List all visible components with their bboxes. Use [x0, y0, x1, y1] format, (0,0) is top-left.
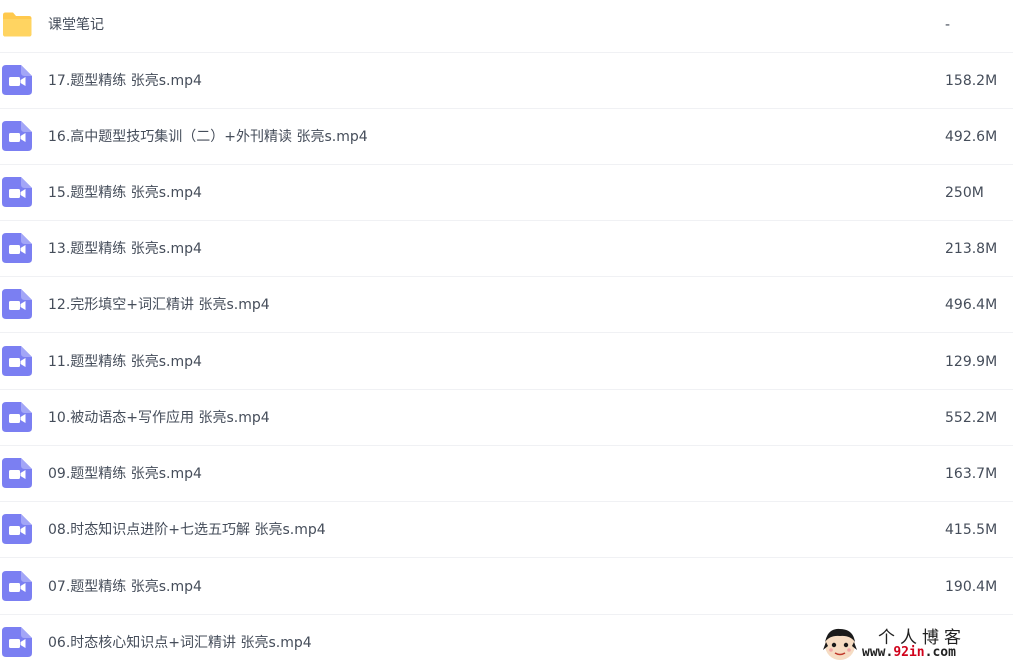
- cartoon-avatar-icon: [823, 628, 857, 660]
- file-name: 11.题型精练 张亮s.mp4: [48, 354, 202, 370]
- video-file-icon: [2, 571, 32, 601]
- file-name: 16.高中题型技巧集训（二）+外刊精读 张亮s.mp4: [48, 129, 368, 145]
- file-name: 08.时态知识点进阶+七选五巧解 张亮s.mp4: [48, 522, 326, 538]
- watermark-url: www.92in.com: [862, 645, 956, 660]
- file-size: -: [945, 17, 951, 33]
- file-size: 415.5M: [945, 522, 998, 538]
- video-file-icon: [2, 627, 32, 657]
- file-row[interactable]: 08.时态知识点进阶+七选五巧解 张亮s.mp4 415.5M: [0, 502, 1013, 558]
- file-name: 17.题型精练 张亮s.mp4: [48, 73, 202, 89]
- video-file-icon: [2, 121, 32, 151]
- file-size: 552.2M: [945, 410, 998, 426]
- blog-watermark: 个人博客 www.92in.com: [816, 622, 1013, 665]
- video-file-icon: [2, 233, 32, 263]
- file-row[interactable]: 16.高中题型技巧集训（二）+外刊精读 张亮s.mp4 492.6M: [0, 109, 1013, 165]
- file-name: 07.题型精练 张亮s.mp4: [48, 579, 202, 595]
- video-file-icon: [2, 177, 32, 207]
- video-file-icon: [2, 289, 32, 319]
- video-file-icon: [2, 65, 32, 95]
- video-file-icon: [2, 514, 32, 544]
- file-name: 10.被动语态+写作应用 张亮s.mp4: [48, 410, 270, 426]
- file-size: 492.6M: [945, 129, 998, 145]
- file-size: 250M: [945, 185, 984, 201]
- folder-icon: [3, 12, 32, 37]
- video-file-icon: [2, 402, 32, 432]
- file-size: 213.8M: [945, 241, 998, 257]
- file-name: 12.完形填空+词汇精讲 张亮s.mp4: [48, 297, 270, 313]
- folder-row-notes[interactable]: 课堂笔记 -: [0, 0, 1013, 53]
- file-size: 158.2M: [945, 73, 998, 89]
- watermark-url-prefix: www.: [862, 645, 894, 660]
- file-name: 15.题型精练 张亮s.mp4: [48, 185, 202, 201]
- file-row[interactable]: 15.题型精练 张亮s.mp4 250M: [0, 165, 1013, 221]
- file-row[interactable]: 11.题型精练 张亮s.mp4 129.9M: [0, 334, 1013, 390]
- file-row[interactable]: 10.被动语态+写作应用 张亮s.mp4 552.2M: [0, 390, 1013, 446]
- file-row[interactable]: 17.题型精练 张亮s.mp4 158.2M: [0, 53, 1013, 109]
- file-name: 13.题型精练 张亮s.mp4: [48, 241, 202, 257]
- file-name: 课堂笔记: [48, 17, 104, 33]
- file-size: 496.4M: [945, 297, 998, 313]
- video-file-icon: [2, 458, 32, 488]
- file-name: 09.题型精练 张亮s.mp4: [48, 466, 202, 482]
- file-size: 163.7M: [945, 466, 998, 482]
- video-file-icon: [2, 346, 32, 376]
- watermark-url-suffix: .com: [924, 645, 956, 660]
- file-size: 129.9M: [945, 354, 998, 370]
- file-name: 06.时态核心知识点+词汇精讲 张亮s.mp4: [48, 635, 312, 651]
- watermark-url-accent: 92in: [893, 645, 925, 660]
- file-row[interactable]: 12.完形填空+词汇精讲 张亮s.mp4 496.4M: [0, 277, 1013, 333]
- file-row[interactable]: 09.题型精练 张亮s.mp4 163.7M: [0, 446, 1013, 502]
- file-list: 课堂笔记 - 17.题型精练 张亮s.mp4 158.2M 16.高中题型技巧集…: [0, 0, 1013, 665]
- file-row[interactable]: 13.题型精练 张亮s.mp4 213.8M: [0, 221, 1013, 277]
- file-size: 190.4M: [945, 579, 998, 595]
- file-row[interactable]: 07.题型精练 张亮s.mp4 190.4M: [0, 559, 1013, 615]
